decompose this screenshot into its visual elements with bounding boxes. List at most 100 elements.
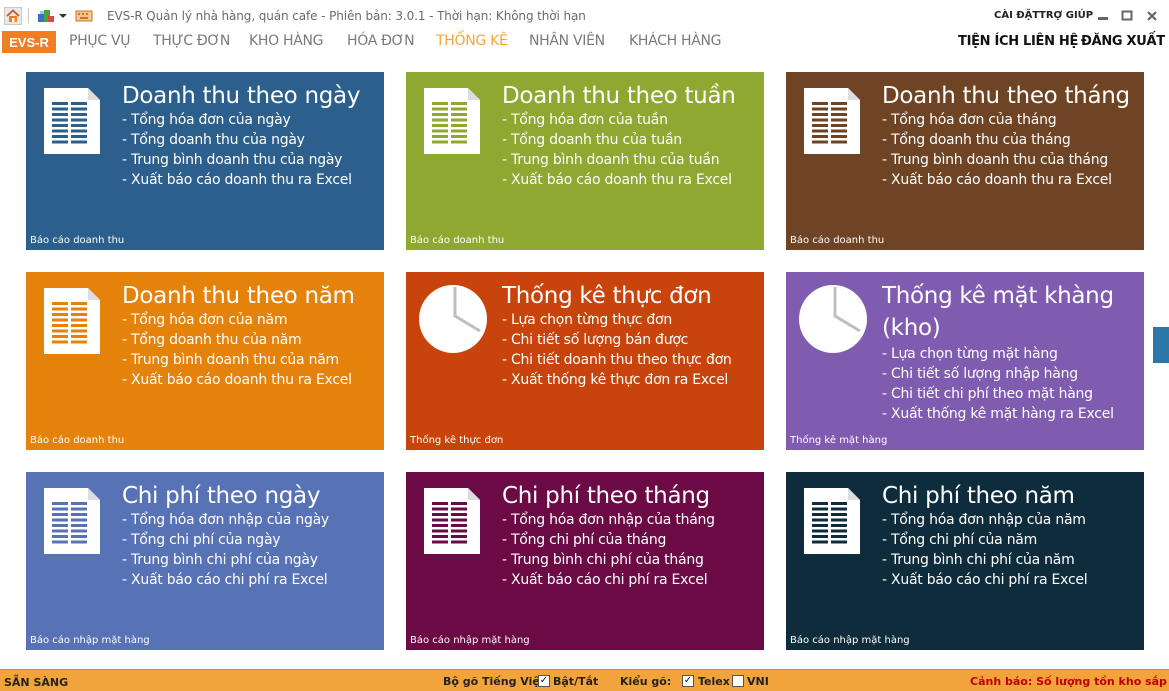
tile-feature-item: - Xuất thống kê mặt hàng ra Excel bbox=[882, 406, 1114, 422]
tile-doanh-thu-theo-nam[interactable]: Doanh thu theo năm - Tổng hóa đơn của năm… bbox=[26, 272, 384, 450]
toolbar-separator bbox=[28, 8, 29, 23]
document-icon bbox=[42, 84, 102, 161]
vni-label[interactable]: VNI bbox=[747, 675, 769, 688]
tile-category-label: Báo cáo nhập mặt hàng bbox=[410, 635, 530, 646]
tile-doanh-thu-theo-thang[interactable]: Doanh thu theo tháng - Tổng hóa đơn của t… bbox=[786, 72, 1144, 250]
tile-category-label: Báo cáo nhập mặt hàng bbox=[30, 635, 150, 646]
tab-thuc-don[interactable]: THỰC ĐƠN bbox=[153, 33, 230, 49]
tile-feature-list: - Tổng hóa đơn của tuần - Tổng doanh thu … bbox=[502, 110, 732, 190]
home-icon[interactable] bbox=[4, 7, 22, 25]
stock-warning: Cảnh báo: Số lượng tồn kho sắp hết bbox=[970, 675, 1169, 688]
keyboard-icon[interactable] bbox=[74, 7, 94, 25]
tile-title: Doanh thu theo tuần bbox=[502, 83, 736, 109]
input-method-label: Kiểu gõ: bbox=[620, 675, 672, 688]
tile-feature-item: - Chi tiết doanh thu theo thực đơn bbox=[502, 352, 732, 368]
tile-chi-phi-theo-nam[interactable]: Chi phí theo năm - Tổng hóa đơn nhập của … bbox=[786, 472, 1144, 650]
tile-feature-item: - Xuất báo cáo doanh thu ra Excel bbox=[122, 172, 352, 188]
tile-title: Doanh thu theo tháng bbox=[882, 83, 1130, 109]
tile-feature-list: - Tổng hóa đơn của ngày - Tổng doanh thu … bbox=[122, 110, 352, 190]
tile-feature-item: - Tổng doanh thu của tháng bbox=[882, 132, 1071, 148]
tile-feature-item: - Trung bình chi phí của ngày bbox=[122, 552, 318, 568]
tile-feature-item: - Tổng doanh thu của năm bbox=[122, 332, 302, 348]
tile-category-label: Báo cáo doanh thu bbox=[790, 235, 885, 246]
tile-title: Doanh thu theo ngày bbox=[122, 83, 361, 109]
tile-feature-item: - Xuất thống kê thực đơn ra Excel bbox=[502, 372, 729, 388]
telex-checkbox[interactable]: ✓ bbox=[682, 675, 694, 687]
document-icon bbox=[422, 84, 482, 161]
window-title: EVS-R Quản lý nhà hàng, quán cafe - Phiê… bbox=[107, 9, 586, 23]
tile-title: Doanh thu theo năm bbox=[122, 283, 355, 309]
tile-title: Thống kê mặt khàng (kho) bbox=[882, 283, 1114, 341]
status-bar: SẴN SÀNG Bộ gõ Tiếng Việt ✓ Bật/Tắt Kiểu… bbox=[0, 669, 1169, 691]
database-icon[interactable] bbox=[36, 7, 56, 25]
tab-khach-hang[interactable]: KHÁCH HÀNG bbox=[629, 33, 722, 49]
document-icon bbox=[422, 484, 482, 561]
document-icon bbox=[42, 284, 102, 361]
tile-feature-item: - Trung bình doanh thu của ngày bbox=[122, 152, 343, 168]
help-link[interactable]: TRỢ GIÚP bbox=[1039, 10, 1093, 21]
tile-feature-item: - Chi tiết chi phí theo mặt hàng bbox=[882, 386, 1093, 402]
customize-dropdown-icon[interactable] bbox=[58, 7, 68, 25]
tab-hoa-don[interactable]: HÓA ĐƠN bbox=[347, 33, 415, 49]
tile-feature-item: - Chi tiết số lượng bán được bbox=[502, 332, 689, 348]
app-menu-button[interactable]: EVS-R bbox=[2, 31, 56, 53]
tile-feature-item: - Trung bình chi phí của tháng bbox=[502, 552, 704, 568]
tile-chi-phi-theo-ngay[interactable]: Chi phí theo ngày - Tổng hóa đơn nhập của… bbox=[26, 472, 384, 650]
ime-toggle-checkbox[interactable]: ✓ bbox=[538, 675, 550, 687]
tab-phuc-vu[interactable]: PHỤC VỤ bbox=[69, 33, 130, 49]
tile-thong-ke-thuc-don[interactable]: Thống kê thực đơn - Lựa chọn từng thực đơ… bbox=[406, 272, 764, 450]
ime-label: Bộ gõ Tiếng Việt bbox=[443, 675, 546, 688]
scrollbar-thumb[interactable] bbox=[1153, 327, 1169, 363]
logout-button[interactable]: ĐĂNG XUẤT bbox=[1081, 34, 1165, 49]
settings-link[interactable]: CÀI ĐẶT bbox=[994, 10, 1039, 21]
tile-thong-ke-mat-khang-kho[interactable]: Thống kê mặt khàng (kho) - Lựa chọn từng … bbox=[786, 272, 1144, 450]
tile-feature-item: - Trung bình doanh thu của tháng bbox=[882, 152, 1109, 168]
tab-nhan-vien[interactable]: NHÂN VIÊN bbox=[529, 33, 605, 49]
tile-title: Chi phí theo ngày bbox=[122, 483, 321, 509]
tile-feature-list: - Tổng hóa đơn nhập của tháng - Tổng chi … bbox=[502, 510, 715, 590]
telex-label[interactable]: Telex bbox=[698, 675, 730, 688]
title-bar: EVS-R Quản lý nhà hàng, quán cafe - Phiê… bbox=[0, 0, 1169, 31]
tile-feature-item: - Xuất báo cáo doanh thu ra Excel bbox=[122, 372, 352, 388]
tab-tien-ich[interactable]: TIỆN ÍCH bbox=[958, 34, 1019, 49]
tile-category-label: Báo cáo doanh thu bbox=[30, 435, 125, 446]
pie-chart-icon bbox=[798, 283, 870, 360]
tile-feature-item: - Tổng hóa đơn của ngày bbox=[122, 112, 291, 128]
tile-chi-phi-theo-thang[interactable]: Chi phí theo tháng - Tổng hóa đơn nhập củ… bbox=[406, 472, 764, 650]
tile-feature-item: - Trung bình doanh thu của năm bbox=[122, 352, 339, 368]
tile-feature-list: - Tổng hóa đơn của tháng - Tổng doanh thu… bbox=[882, 110, 1112, 190]
document-icon bbox=[42, 484, 102, 561]
tile-feature-item: - Xuất báo cáo doanh thu ra Excel bbox=[882, 172, 1112, 188]
tile-category-label: Thống kê mặt hàng bbox=[790, 435, 888, 446]
tile-category-label: Báo cáo nhập mặt hàng bbox=[790, 635, 910, 646]
tab-kho-hang[interactable]: KHO HÀNG bbox=[249, 33, 324, 49]
tile-feature-item: - Xuất báo cáo chi phí ra Excel bbox=[122, 572, 328, 588]
tile-feature-item: - Tổng hóa đơn nhập của tháng bbox=[502, 512, 715, 528]
tile-title: Thống kê thực đơn bbox=[502, 283, 712, 309]
tile-feature-item: - Tổng doanh thu của ngày bbox=[122, 132, 305, 148]
tile-category-label: Báo cáo doanh thu bbox=[30, 235, 125, 246]
tile-feature-item: - Xuất báo cáo doanh thu ra Excel bbox=[502, 172, 732, 188]
minimize-icon[interactable] bbox=[1096, 9, 1110, 23]
tile-feature-item: - Xuất báo cáo chi phí ra Excel bbox=[882, 572, 1088, 588]
tab-thong-ke[interactable]: THỐNG KÊ bbox=[436, 33, 508, 49]
tile-category-label: Báo cáo doanh thu bbox=[410, 235, 505, 246]
tile-feature-list: - Tổng hóa đơn của năm - Tổng doanh thu c… bbox=[122, 310, 352, 390]
vertical-scrollbar[interactable] bbox=[1152, 60, 1169, 668]
vni-checkbox[interactable] bbox=[732, 675, 744, 687]
tile-feature-item: - Xuất báo cáo chi phí ra Excel bbox=[502, 572, 708, 588]
tile-doanh-thu-theo-tuan[interactable]: Doanh thu theo tuần - Tổng hóa đơn của tu… bbox=[406, 72, 764, 250]
tile-feature-item: - Chi tiết số lượng nhập hàng bbox=[882, 366, 1078, 382]
document-icon bbox=[802, 484, 862, 561]
close-icon[interactable] bbox=[1145, 9, 1159, 23]
tile-feature-item: - Tổng chi phí của tháng bbox=[502, 532, 667, 548]
tile-feature-list: - Tổng hóa đơn nhập của năm - Tổng chi ph… bbox=[882, 510, 1088, 590]
tile-feature-item: - Trung bình doanh thu của tuần bbox=[502, 152, 720, 168]
tile-doanh-thu-theo-ngay[interactable]: Doanh thu theo ngày - Tổng hóa đơn của ng… bbox=[26, 72, 384, 250]
status-text: SẴN SÀNG bbox=[4, 676, 69, 689]
tile-feature-item: - Tổng hóa đơn của năm bbox=[122, 312, 288, 328]
maximize-icon[interactable] bbox=[1120, 9, 1134, 23]
ime-toggle-label[interactable]: Bật/Tắt bbox=[553, 675, 598, 688]
tile-title: Chi phí theo năm bbox=[882, 483, 1075, 509]
tab-lien-he[interactable]: LIÊN HỆ bbox=[1023, 34, 1078, 49]
